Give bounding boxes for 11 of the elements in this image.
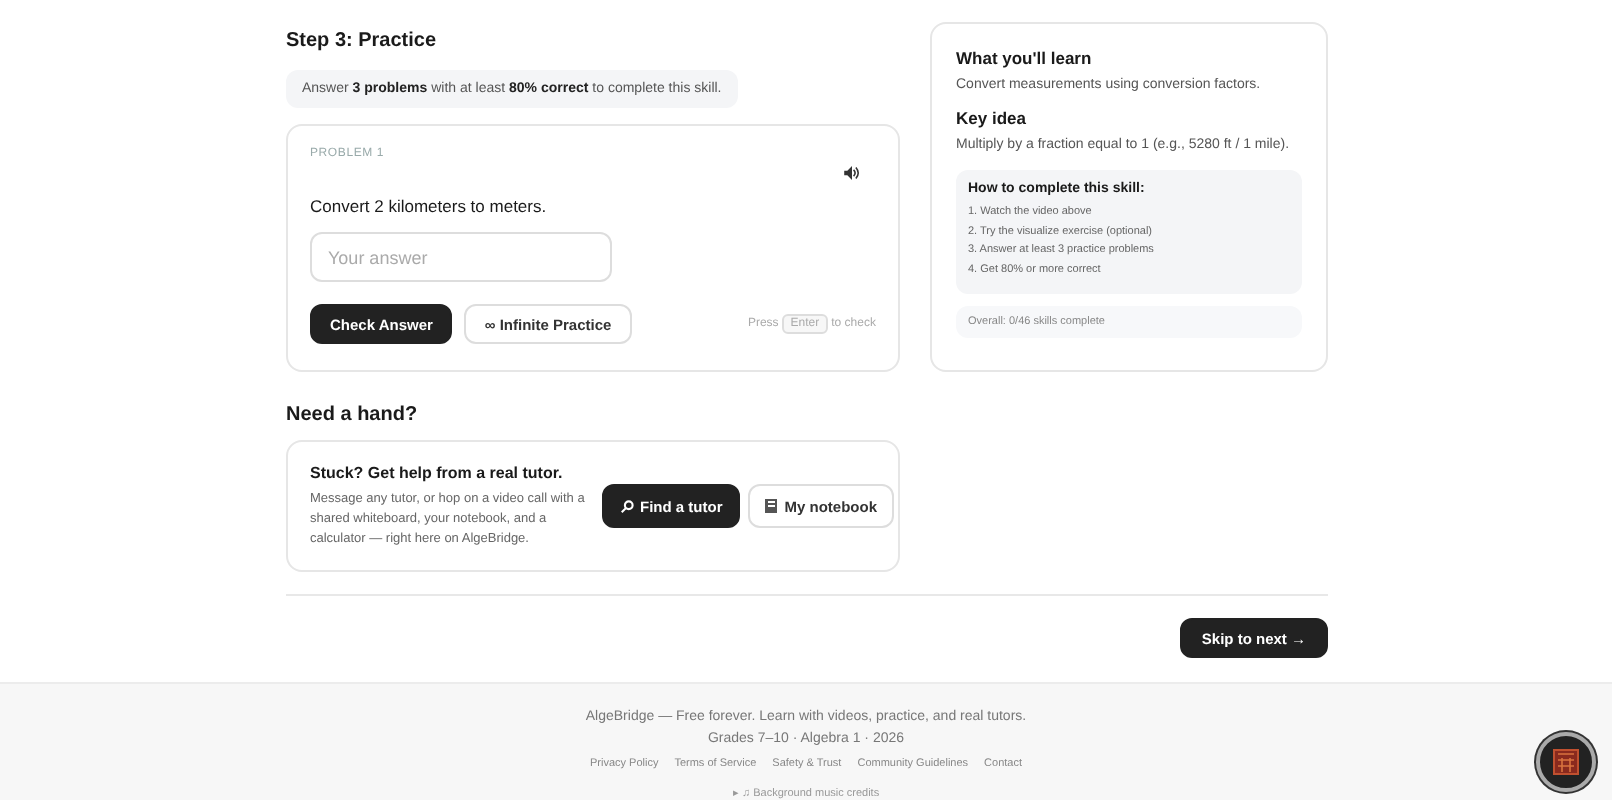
section-heading: Need a hand?	[286, 404, 420, 426]
question-text: Convert 2 kilometers to meters.	[310, 196, 549, 216]
section-heading: Step 3: Practice	[286, 30, 439, 52]
notebook-icon	[764, 498, 779, 514]
calculator-icon	[1552, 748, 1580, 776]
answer-field[interactable]: Your answer	[310, 232, 612, 282]
search-icon	[620, 499, 634, 513]
tutor-title: Stuck? Get help from a real tutor.	[310, 463, 565, 481]
speaker-icon[interactable]	[844, 166, 860, 180]
key-idea-heading: Key idea	[956, 108, 1028, 128]
learn-heading: What you'll learn	[956, 48, 1094, 68]
